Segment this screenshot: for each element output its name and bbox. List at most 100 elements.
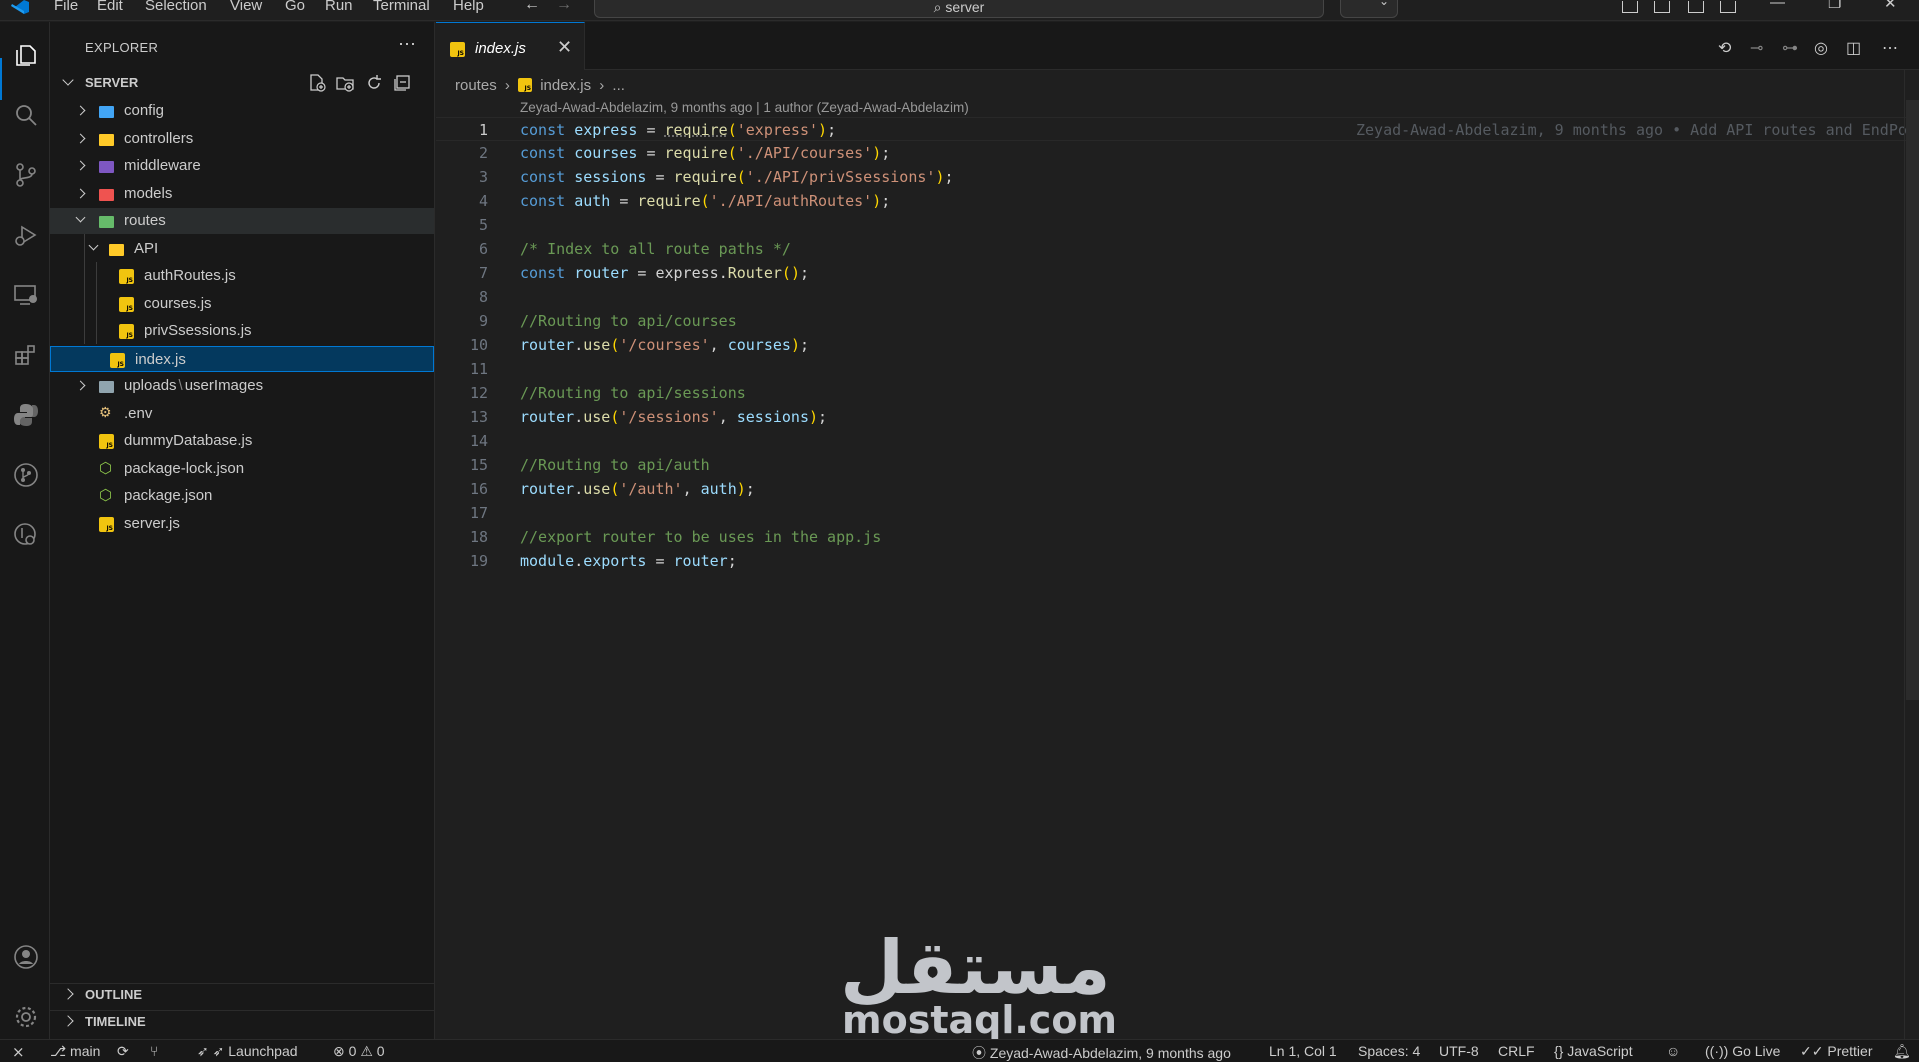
chevron-down-icon: [88, 240, 99, 251]
copilot-button[interactable]: ⌄: [1340, 0, 1398, 18]
copilot-status-icon[interactable]: ☺: [1666, 1043, 1680, 1059]
inline-blame-annotation[interactable]: Zeyad-Awad-Abdelazim, 9 months ago • Add…: [1356, 121, 1919, 139]
layout-customize-icon[interactable]: [1622, 1, 1638, 13]
command-center-search[interactable]: ⌕ server: [594, 0, 1324, 18]
notifications-bell-icon[interactable]: 🔔︎: [1893, 1043, 1911, 1060]
launchpad-item[interactable]: ➶ ➶ Launchpad: [197, 1043, 298, 1060]
folder-api-icon: [109, 244, 124, 256]
git-graph-status-icon[interactable]: ⑂: [150, 1043, 158, 1059]
section-header-timeline[interactable]: TIMELINE: [50, 1010, 434, 1032]
toggle-panel-icon[interactable]: [1688, 1, 1704, 13]
line-number: 18: [469, 528, 488, 546]
remote-explorer-icon[interactable]: [13, 282, 39, 308]
menu-go[interactable]: Go: [285, 0, 305, 14]
section-header-outline[interactable]: OUTLINE: [50, 983, 434, 1005]
code-editor[interactable]: Zeyad-Awad-Abdelazim, 9 months ago | 1 a…: [436, 70, 1919, 1039]
code-comment: //export router to be uses in the app.js: [520, 528, 882, 546]
branch-indicator[interactable]: ⎇ main: [50, 1043, 100, 1060]
language-mode[interactable]: {} JavaScript: [1554, 1043, 1633, 1059]
code-line-18: 18 //export router to be uses in the app…: [436, 525, 1919, 549]
nav-forward-icon[interactable]: →: [556, 0, 572, 14]
code-line-8: 8: [436, 285, 1919, 309]
refresh-icon[interactable]: [365, 74, 383, 92]
menu-terminal[interactable]: Terminal: [373, 0, 430, 14]
tree-folder-controllers[interactable]: controllers: [50, 126, 434, 152]
line-number: 1: [478, 121, 488, 139]
more-actions-icon[interactable]: ⋯: [398, 34, 416, 55]
tab-index-js[interactable]: index.js ✕: [436, 22, 585, 70]
menu-help[interactable]: Help: [453, 0, 484, 14]
tree-folder-models[interactable]: models: [50, 181, 434, 207]
codelens-authorship[interactable]: Zeyad-Awad-Abdelazim, 9 months ago | 1 a…: [520, 100, 969, 115]
close-tab-icon[interactable]: ✕: [557, 37, 572, 58]
tree-folder-uploads[interactable]: uploads \ userImages: [50, 373, 434, 399]
restore-icon[interactable]: ❐: [1828, 0, 1841, 12]
next-commit-icon[interactable]: ⊶: [1782, 38, 1798, 58]
remote-indicator-icon[interactable]: ⨯: [12, 1043, 25, 1061]
line-endings[interactable]: CRLF: [1498, 1043, 1535, 1059]
menu-view[interactable]: View: [230, 0, 262, 14]
tree-file-package-lock[interactable]: ⬡ package-lock.json: [50, 456, 434, 482]
menu-file[interactable]: File: [54, 0, 78, 14]
prettier-status[interactable]: ✓✓ Prettier: [1800, 1043, 1872, 1060]
editor-scrollbar[interactable]: [1904, 70, 1919, 1039]
tree-file-server[interactable]: server.js: [50, 511, 434, 537]
settings-gear-icon[interactable]: [13, 1004, 39, 1030]
line-number: 10: [469, 336, 488, 354]
tree-file-privssessions[interactable]: privSsessions.js: [50, 318, 434, 344]
run-debug-icon[interactable]: [13, 222, 39, 248]
git-compare-icon[interactable]: ◎: [1814, 38, 1828, 58]
previous-commit-icon[interactable]: ⊸: [1750, 38, 1763, 58]
open-changes-icon[interactable]: ⟲: [1718, 38, 1731, 58]
tree-folder-middleware[interactable]: middleware: [50, 153, 434, 179]
menu-run[interactable]: Run: [325, 0, 353, 14]
cursor-position[interactable]: Ln 1, Col 1: [1269, 1043, 1337, 1059]
sync-icon[interactable]: ⟳: [117, 1043, 129, 1060]
new-folder-icon[interactable]: [336, 74, 354, 92]
code-line-3: 3 const sessions = require('./API/privSs…: [436, 165, 1919, 189]
activity-bar: [0, 22, 50, 1039]
tree-file-dummydatabase[interactable]: dummyDatabase.js: [50, 428, 434, 454]
gitlens-inspect-icon[interactable]: [13, 522, 39, 548]
line-number: 13: [469, 408, 488, 426]
encoding[interactable]: UTF-8: [1439, 1043, 1479, 1059]
explorer-files-icon[interactable]: [13, 42, 39, 68]
tree-file-index[interactable]: index.js: [50, 346, 434, 372]
scrollbar-thumb[interactable]: [1906, 100, 1919, 700]
collapse-all-icon[interactable]: [393, 74, 411, 92]
line-number: 14: [469, 432, 488, 450]
extensions-icon[interactable]: [13, 342, 39, 368]
blame-status[interactable]: ⦿ Zeyad-Awad-Abdelazim, 9 months ago: [972, 1043, 1231, 1062]
minimize-icon[interactable]: —: [1770, 0, 1785, 11]
menu-edit[interactable]: Edit: [97, 0, 123, 14]
code-comment: //Routing to api/auth: [520, 456, 710, 474]
tree-file-authroutes[interactable]: authRoutes.js: [50, 263, 434, 289]
tree-folder-config[interactable]: config: [50, 98, 434, 124]
problems-indicator[interactable]: ⊗ 0 ⚠ 0: [333, 1043, 385, 1060]
tree-file-courses[interactable]: courses.js: [50, 291, 434, 317]
title-bar: File Edit Selection View Go Run Terminal…: [0, 0, 1919, 21]
git-commit-icon: ⦿: [972, 1045, 990, 1061]
source-control-icon[interactable]: [13, 162, 39, 188]
menu-selection[interactable]: Selection: [145, 0, 207, 14]
tree-file-env[interactable]: ⚙ .env: [50, 401, 434, 427]
toggle-secondary-sidebar-icon[interactable]: [1720, 1, 1736, 13]
more-actions-icon[interactable]: ⋯: [1882, 38, 1898, 58]
indentation[interactable]: Spaces: 4: [1358, 1043, 1420, 1059]
line-number: 5: [478, 216, 488, 234]
toggle-sidebar-icon[interactable]: [1654, 1, 1670, 13]
tree-folder-routes[interactable]: routes: [50, 208, 434, 234]
git-graph-icon[interactable]: [13, 462, 39, 488]
search-icon: ⌕: [933, 0, 946, 15]
nav-back-icon[interactable]: ←: [524, 0, 540, 14]
editor-tab-bar: index.js ✕ ⟲ ⊸ ⊶ ◎ ◫ ⋯: [436, 22, 1919, 70]
search-icon[interactable]: [13, 102, 39, 128]
python-icon[interactable]: [13, 402, 39, 428]
new-file-icon[interactable]: [308, 74, 326, 92]
go-live-button[interactable]: ((·)) Go Live: [1705, 1043, 1780, 1059]
tree-folder-api[interactable]: API: [50, 236, 434, 262]
split-editor-icon[interactable]: ◫: [1846, 38, 1861, 58]
close-window-icon[interactable]: ✕: [1884, 0, 1897, 12]
tree-file-package[interactable]: ⬡ package.json: [50, 483, 434, 509]
account-icon[interactable]: [13, 944, 39, 970]
